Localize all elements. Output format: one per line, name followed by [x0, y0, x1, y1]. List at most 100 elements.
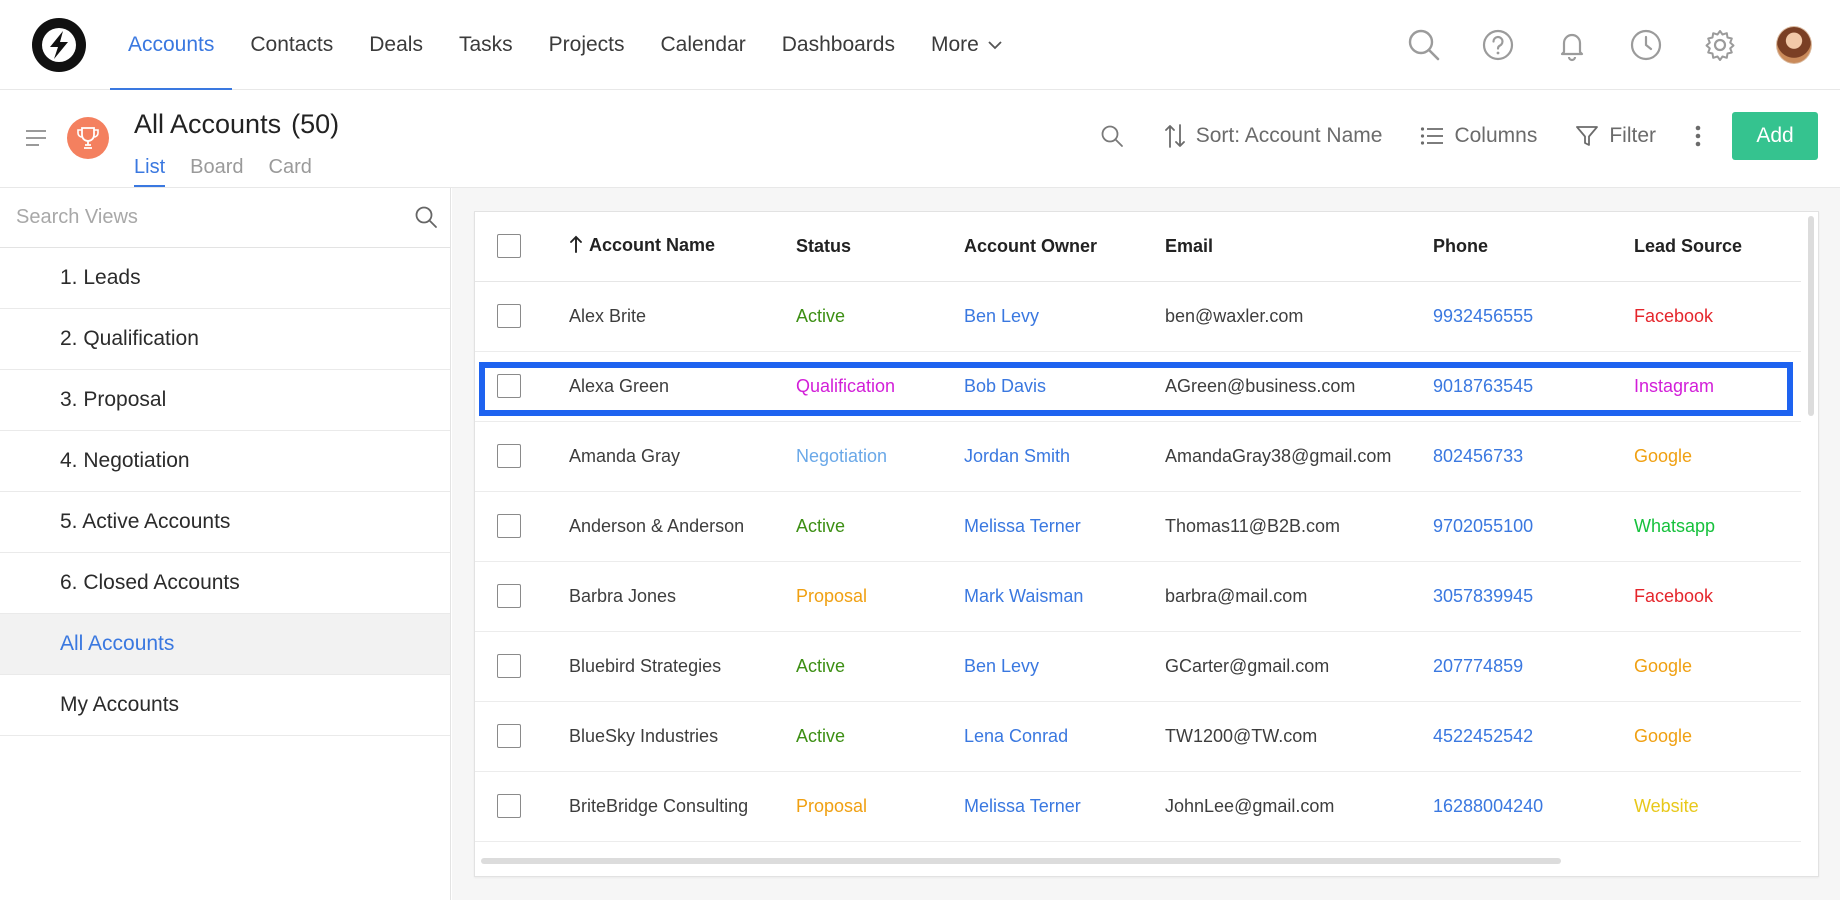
row-checkbox-cell [475, 421, 569, 492]
row-checkbox[interactable] [497, 584, 521, 608]
views-sidebar: 1. Leads 2. Qualification 3. Proposal 4.… [0, 188, 451, 900]
sidebar-item-qualification[interactable]: 2. Qualification [0, 309, 450, 370]
nav-dashboards[interactable]: Dashboards [764, 0, 913, 90]
account-owner-link[interactable]: Ben Levy [964, 631, 1165, 702]
nav-calendar[interactable]: Calendar [643, 0, 764, 90]
phone-link[interactable]: 3057839945 [1433, 561, 1634, 632]
menu-icon[interactable] [26, 130, 48, 151]
phone-link[interactable]: 16288004240 [1433, 771, 1634, 842]
lead-source-cell: Google [1634, 421, 1801, 492]
sidebar-item-leads[interactable]: 1. Leads [0, 248, 450, 309]
nav-projects[interactable]: Projects [531, 0, 643, 90]
column-header-account-owner[interactable]: Account Owner [964, 212, 1165, 282]
row-checkbox[interactable] [497, 724, 521, 748]
account-name-cell[interactable]: Amanda Gray [569, 421, 796, 492]
search-views-input[interactable] [16, 206, 396, 229]
account-name-cell[interactable]: Alexa Green [569, 351, 796, 422]
sidebar-item-negotiation[interactable]: 4. Negotiation [0, 431, 450, 492]
column-header-email[interactable]: Email [1165, 212, 1433, 282]
row-checkbox[interactable] [497, 794, 521, 818]
nav-more[interactable]: More [913, 0, 1021, 90]
tab-list[interactable]: List [134, 156, 166, 187]
table-row[interactable]: Alexa Green Qualification Bob Davis AGreen@… [475, 351, 1801, 422]
avatar [1776, 26, 1812, 64]
more-options-button[interactable] [1694, 124, 1702, 148]
help-icon[interactable] [1480, 27, 1516, 63]
account-name-cell[interactable]: Bluebird Strategies [569, 631, 796, 702]
column-header-status[interactable]: Status [796, 212, 964, 282]
main-content: Account Name Status Account Owner Email … [452, 188, 1840, 900]
account-owner-link[interactable]: Lena Conrad [964, 701, 1165, 772]
row-checkbox[interactable] [497, 514, 521, 538]
table-row[interactable]: BlueSky Industries Active Lena Conrad TW120… [475, 701, 1801, 772]
gear-icon[interactable] [1702, 27, 1738, 63]
sidebar-item-all-accounts[interactable]: All Accounts [0, 614, 450, 675]
row-checkbox[interactable] [497, 654, 521, 678]
filter-icon [1576, 126, 1599, 146]
account-owner-link[interactable]: Melissa Terner [964, 771, 1165, 842]
account-name-cell[interactable]: Barbra Jones [569, 561, 796, 632]
column-header-lead-source[interactable]: Lead Source [1634, 212, 1801, 282]
sidebar-item-closed-accounts[interactable]: 6. Closed Accounts [0, 553, 450, 614]
phone-link[interactable]: 9932456555 [1433, 281, 1634, 352]
row-checkbox[interactable] [497, 444, 521, 468]
nav-accounts[interactable]: Accounts [110, 0, 233, 91]
row-checkbox[interactable] [497, 374, 521, 398]
nav-deals[interactable]: Deals [351, 0, 441, 90]
phone-link[interactable]: 9702055100 [1433, 491, 1634, 562]
search-icon[interactable] [414, 205, 438, 234]
table-row[interactable]: BriteBridge Consulting Proposal Melissa Te… [475, 771, 1801, 842]
account-name-cell[interactable]: BlueSky Industries [569, 701, 796, 772]
select-all-checkbox[interactable] [497, 234, 521, 259]
account-owner-link[interactable]: Melissa Terner [964, 491, 1165, 562]
account-owner-link[interactable]: Ben Levy [964, 281, 1165, 352]
kebab-menu-icon [1695, 125, 1701, 147]
sidebar-item-my-accounts[interactable]: My Accounts [0, 675, 450, 736]
app-logo[interactable] [32, 18, 86, 72]
table-row[interactable]: Anderson & Anderson Active Melissa Terner T… [475, 491, 1801, 562]
account-name-cell[interactable]: BriteBridge Consulting [569, 771, 796, 842]
tab-card[interactable]: Card [269, 156, 312, 187]
clock-icon[interactable] [1628, 27, 1664, 63]
column-header-phone[interactable]: Phone [1433, 212, 1634, 282]
account-name-cell[interactable]: Anderson & Anderson [569, 491, 796, 562]
nav-icon-bar [1406, 0, 1812, 90]
sidebar-item-active-accounts[interactable]: 5. Active Accounts [0, 492, 450, 553]
status-cell: Negotiation [796, 421, 964, 492]
user-avatar[interactable] [1776, 26, 1812, 64]
table-search-button[interactable] [1100, 124, 1124, 148]
bell-icon[interactable] [1554, 27, 1590, 63]
phone-link[interactable]: 207774859 [1433, 631, 1634, 702]
filter-button[interactable]: Filter [1575, 124, 1656, 148]
select-all-cell [475, 212, 569, 282]
nav-contacts[interactable]: Contacts [232, 0, 351, 90]
search-icon[interactable] [1406, 27, 1442, 63]
columns-button[interactable]: Columns [1420, 124, 1537, 148]
table-row[interactable]: Barbra Jones Proposal Mark Waisman barbra@m… [475, 561, 1801, 632]
phone-link[interactable]: 4522452542 [1433, 701, 1634, 772]
phone-link[interactable]: 9018763545 [1433, 351, 1634, 422]
account-owner-link[interactable]: Bob Davis [964, 351, 1165, 422]
account-owner-link[interactable]: Mark Waisman [964, 561, 1165, 632]
account-owner-link[interactable]: Jordan Smith [964, 421, 1165, 492]
search-icon [1101, 125, 1123, 147]
sidebar-item-proposal[interactable]: 3. Proposal [0, 370, 450, 431]
status-cell: Proposal [796, 771, 964, 842]
add-button[interactable]: Add [1732, 112, 1818, 160]
lead-source-cell: Facebook [1634, 281, 1801, 352]
table-row[interactable]: Amanda Gray Negotiation Jordan Smith Amanda… [475, 421, 1801, 492]
account-name-cell[interactable]: Alex Brite [569, 281, 796, 352]
row-checkbox-cell [475, 281, 569, 352]
nav-tasks[interactable]: Tasks [441, 0, 531, 90]
horizontal-scrollbar[interactable] [481, 858, 1561, 864]
tab-board[interactable]: Board [190, 156, 243, 187]
sort-button[interactable]: Sort: Account Name [1164, 123, 1382, 149]
table-row[interactable]: Bluebird Strategies Active Ben Levy GCarter… [475, 631, 1801, 702]
phone-link[interactable]: 802456733 [1433, 421, 1634, 492]
row-checkbox[interactable] [497, 304, 521, 328]
row-checkbox-cell [475, 631, 569, 702]
column-header-account-name[interactable]: Account Name [569, 212, 796, 282]
table-row[interactable]: Alex Brite Active Ben Levy ben@waxler.com 99… [475, 281, 1801, 352]
sort-icon [1164, 124, 1185, 148]
vertical-scrollbar[interactable] [1808, 216, 1814, 416]
